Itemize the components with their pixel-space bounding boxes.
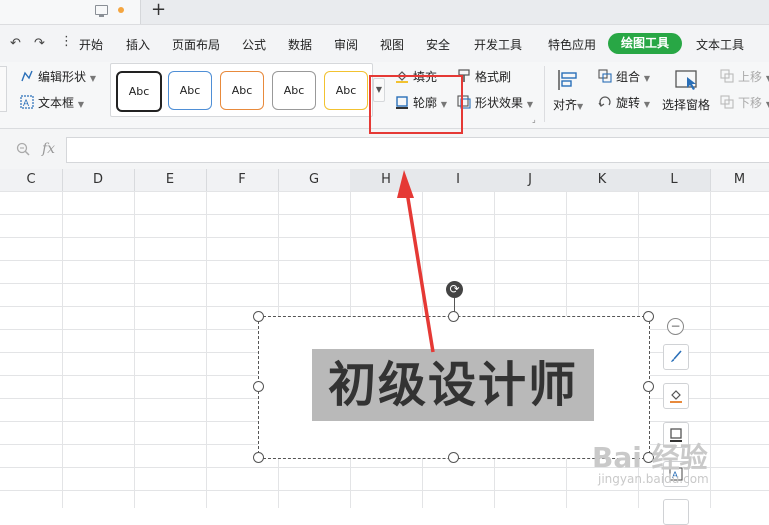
shape-text[interactable]: 初级设计师 — [312, 349, 594, 421]
side-fill-button[interactable] — [663, 383, 689, 409]
send-backward-icon — [720, 95, 734, 109]
ribbon-separator — [544, 66, 545, 122]
redo-icon[interactable]: ↷ — [34, 36, 45, 51]
more-icon[interactable]: ⋮ — [60, 34, 73, 49]
resize-handle-right[interactable] — [643, 381, 654, 392]
fx-icon[interactable]: fx — [42, 141, 55, 157]
selection-pane-icon — [675, 70, 697, 90]
resize-handle-top-right[interactable] — [643, 311, 654, 322]
grid-line — [206, 191, 207, 508]
edit-shape-label: 编辑形状 — [38, 70, 87, 84]
format-painter-button[interactable]: 格式刷 — [475, 68, 511, 85]
rotate-handle-icon[interactable]: ⟳ — [446, 281, 463, 298]
style-preset-black[interactable]: Abc — [116, 71, 162, 112]
menu-formula[interactable]: 公式 — [242, 36, 266, 53]
grid-line — [710, 191, 711, 508]
group-label: 组合 — [616, 70, 641, 84]
edit-shape-button[interactable]: 编辑形状 ▼ — [38, 68, 96, 85]
monitor-icon — [95, 5, 108, 17]
send-backward-button[interactable]: 下移 ▼ — [738, 94, 769, 111]
chevron-down-icon: ▼ — [526, 100, 533, 109]
align-button[interactable]: 对齐▼ — [553, 96, 583, 113]
bring-forward-icon — [720, 69, 734, 83]
send-backward-label: 下移 — [738, 96, 763, 110]
menu-special-apps[interactable]: 特色应用 — [548, 36, 596, 53]
rotate-handle-stem — [454, 298, 455, 312]
menu-review[interactable]: 审阅 — [334, 36, 358, 53]
menu-insert[interactable]: 插入 — [126, 36, 150, 53]
watermark-brand: Bai 经验 — [592, 441, 708, 474]
resize-handle-left[interactable] — [253, 381, 264, 392]
resize-handle-bottom[interactable] — [448, 452, 459, 463]
rotate-icon — [598, 96, 611, 107]
grid-line — [62, 191, 63, 508]
grid-line — [134, 191, 135, 508]
menu-view[interactable]: 视图 — [380, 36, 404, 53]
column-header-c[interactable]: C — [0, 169, 63, 191]
column-header-d[interactable]: D — [62, 169, 135, 191]
column-header-l[interactable]: L — [638, 169, 711, 191]
chevron-down-icon: ▼ — [577, 102, 584, 111]
chevron-down-icon: ▼ — [643, 100, 650, 109]
menu-home[interactable]: 开始 — [79, 36, 103, 53]
menu-security[interactable]: 安全 — [426, 36, 450, 53]
rotate-label: 旋转 — [616, 96, 641, 110]
brush-icon — [671, 350, 682, 362]
align-label: 对齐 — [553, 98, 578, 112]
column-header-f[interactable]: F — [206, 169, 279, 191]
undo-icon[interactable]: ↶ — [10, 36, 21, 51]
style-preset-yellow[interactable]: Abc — [324, 71, 368, 110]
side-style-button[interactable] — [663, 344, 689, 370]
chevron-down-icon: ▼ — [643, 74, 650, 83]
fill-bucket-icon — [670, 390, 682, 403]
column-header-k[interactable]: K — [566, 169, 639, 191]
dialog-launcher-icon[interactable]: ⌟ — [532, 115, 536, 124]
style-preset-gray[interactable]: Abc — [272, 71, 316, 110]
column-header-e[interactable]: E — [134, 169, 207, 191]
rotate-button[interactable]: 旋转 ▼ — [616, 94, 650, 111]
align-icon — [558, 70, 577, 90]
highlight-box — [369, 75, 463, 134]
resize-handle-bottom-left[interactable] — [253, 452, 264, 463]
menu-page-layout[interactable]: 页面布局 — [172, 36, 220, 53]
text-box-icon: A — [20, 95, 34, 109]
group-icon — [598, 69, 612, 83]
menu-drawing-tools[interactable]: 绘图工具 — [608, 33, 682, 54]
unsaved-dot-icon — [118, 7, 124, 13]
new-tab-plus-icon[interactable]: + — [151, 0, 166, 20]
menu-text-tools[interactable]: 文本工具 — [696, 36, 744, 53]
bring-forward-button[interactable]: 上移 ▼ — [738, 68, 769, 85]
style-preset-blue[interactable]: Abc — [168, 71, 212, 110]
resize-handle-top[interactable] — [448, 311, 459, 322]
selection-pane-button[interactable]: 选择窗格 — [662, 96, 710, 113]
ribbon-left-scroll[interactable] — [0, 66, 7, 112]
side-more-button[interactable] — [663, 499, 689, 525]
collapse-toolbar-icon[interactable]: − — [667, 318, 684, 335]
shape-effect-button[interactable]: 形状效果 ▼ — [475, 94, 533, 111]
annotation-arrow-icon — [397, 170, 435, 353]
menu-developer[interactable]: 开发工具 — [474, 36, 522, 53]
chevron-down-icon: ▼ — [77, 100, 84, 109]
resize-handle-top-left[interactable] — [253, 311, 264, 322]
watermark-url: jingyan.baidu.com — [598, 472, 709, 486]
shape-effect-label: 形状效果 — [475, 96, 524, 110]
menu-data[interactable]: 数据 — [288, 36, 312, 53]
style-preset-orange[interactable]: Abc — [220, 71, 264, 110]
text-box-label: 文本框 — [38, 96, 75, 110]
chevron-down-icon: ▼ — [89, 74, 96, 83]
column-header-m[interactable]: M — [710, 169, 769, 191]
bring-forward-label: 上移 — [738, 70, 763, 84]
column-header-g[interactable]: G — [278, 169, 351, 191]
edit-shape-icon — [21, 70, 33, 82]
column-header-j[interactable]: J — [494, 169, 567, 191]
svg-text:A: A — [23, 98, 29, 108]
group-button[interactable]: 组合 ▼ — [616, 68, 650, 85]
zoom-search-icon[interactable] — [16, 142, 30, 156]
text-box-button[interactable]: 文本框 ▼ — [38, 94, 84, 111]
